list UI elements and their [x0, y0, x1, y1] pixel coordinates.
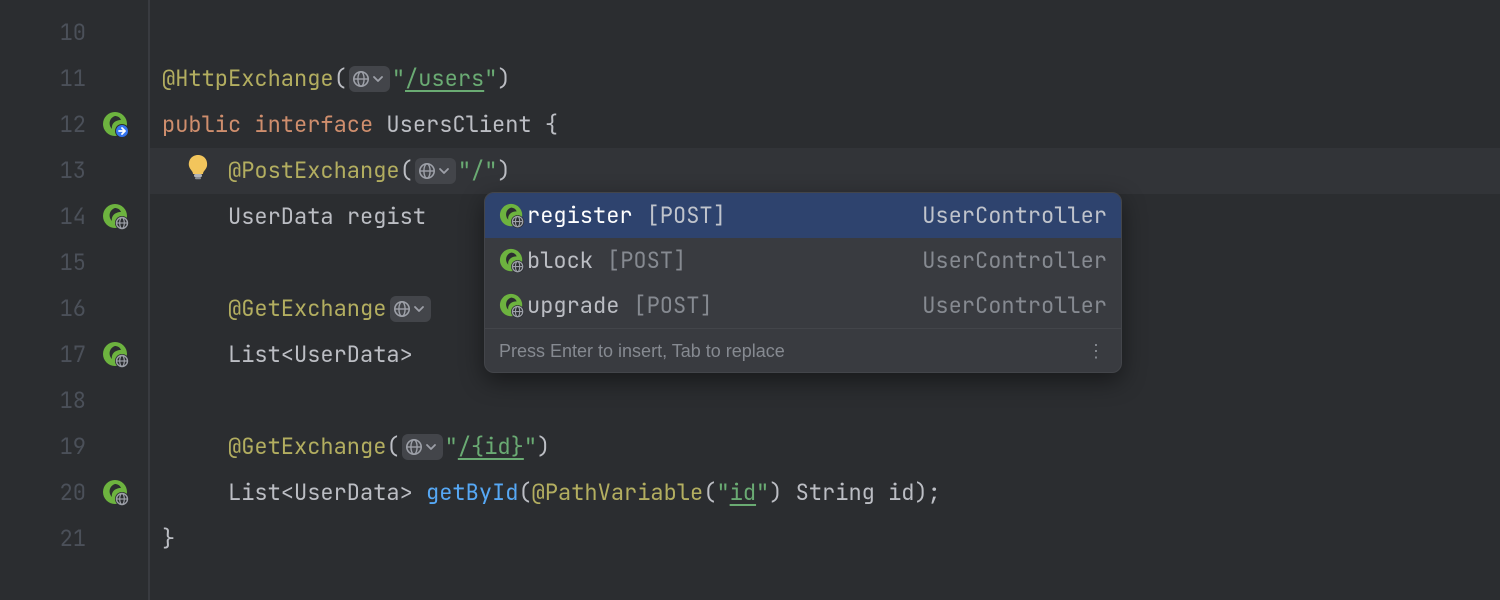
spring-web-icon: [499, 248, 527, 274]
line-number: 15: [48, 252, 86, 274]
line-number: 16: [48, 298, 86, 320]
completion-name: upgrade: [527, 295, 619, 317]
code-line[interactable]: [150, 378, 1500, 424]
code-line[interactable]: List<UserData> getById(@PathVariable("id…: [150, 470, 1500, 516]
line-number: 11: [48, 68, 86, 90]
spring-web-icon[interactable]: [96, 197, 136, 237]
completion-name: register: [527, 205, 633, 227]
line-number: 18: [48, 390, 86, 412]
spring-navigate-icon[interactable]: [96, 105, 136, 145]
completion-popup[interactable]: register [POST] UserController block [PO…: [484, 192, 1122, 373]
code-line[interactable]: @HttpExchange("/users"): [150, 56, 1500, 102]
url-globe-badge[interactable]: [415, 158, 456, 184]
code-line[interactable]: }: [150, 516, 1500, 562]
line-number: 21: [48, 528, 86, 550]
completion-item[interactable]: block [POST] UserController: [485, 238, 1121, 283]
line-number: 19: [48, 436, 86, 458]
url-globe-badge[interactable]: [349, 66, 390, 92]
completion-footer: Press Enter to insert, Tab to replace ⋮: [485, 328, 1121, 372]
line-number: 12: [48, 114, 86, 136]
line-number: 14: [48, 206, 86, 228]
spring-web-icon: [499, 293, 527, 319]
spring-web-icon[interactable]: [96, 473, 136, 513]
completion-method: [POST]: [633, 295, 712, 317]
code-line[interactable]: @GetExchange("/{id}"): [150, 424, 1500, 470]
completion-item[interactable]: register [POST] UserController: [485, 193, 1121, 238]
annotation: @HttpExchange: [162, 68, 334, 90]
completion-hint: Press Enter to insert, Tab to replace: [499, 342, 785, 360]
spring-web-icon: [499, 203, 527, 229]
line-number: 17: [48, 344, 86, 366]
completion-location: UserController: [922, 205, 1107, 227]
completion-method: [POST]: [607, 250, 686, 272]
code-line-current[interactable]: @PostExchange("/"): [150, 148, 1500, 194]
code-line[interactable]: [150, 10, 1500, 56]
url-globe-badge[interactable]: [390, 296, 431, 322]
completion-method: [POST]: [647, 205, 726, 227]
code-line[interactable]: public interface UsersClient {: [150, 102, 1500, 148]
line-number: 20: [48, 482, 86, 504]
url-globe-badge[interactable]: [402, 434, 443, 460]
completion-location: UserController: [922, 295, 1107, 317]
annotation: @GetExchange: [228, 298, 386, 320]
completion-location: UserController: [922, 250, 1107, 272]
more-options-icon[interactable]: ⋮: [1087, 342, 1107, 360]
gutter: 10 11 12 13 14 15 16 17 18 19 20 21: [0, 0, 150, 600]
line-number: 10: [48, 22, 86, 44]
completion-item[interactable]: upgrade [POST] UserController: [485, 283, 1121, 328]
spring-web-icon[interactable]: [96, 335, 136, 375]
completion-name: block: [527, 250, 593, 272]
line-number: 13: [48, 160, 86, 182]
annotation: @PostExchange: [228, 160, 400, 182]
annotation: @GetExchange: [228, 436, 386, 458]
intention-bulb-icon[interactable]: [183, 152, 213, 182]
